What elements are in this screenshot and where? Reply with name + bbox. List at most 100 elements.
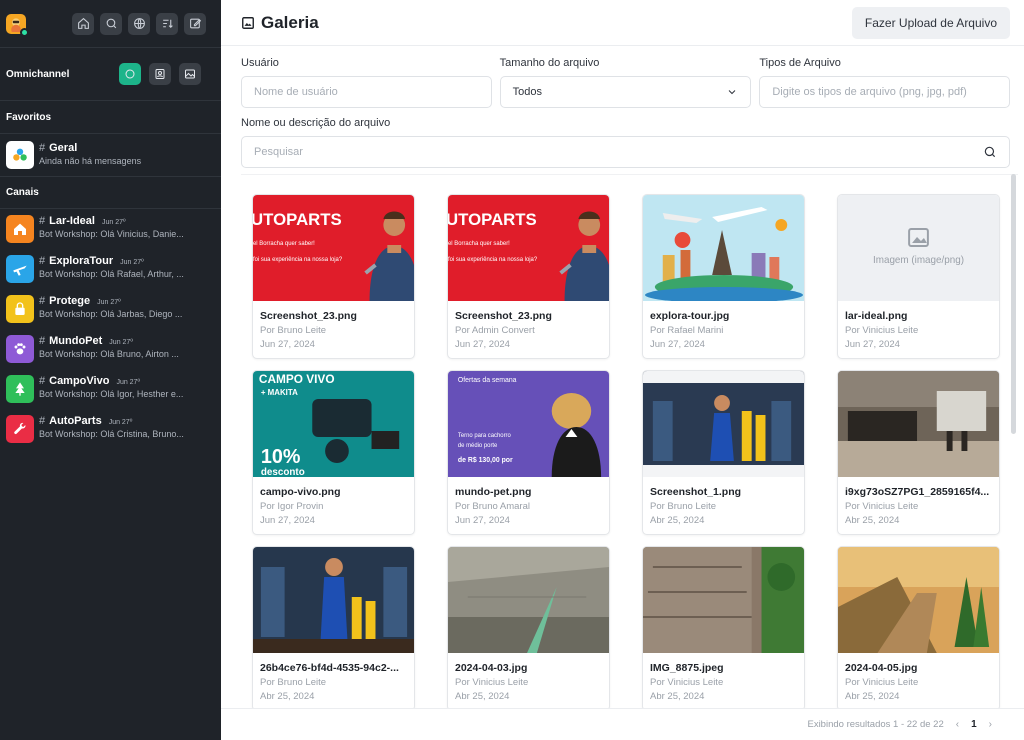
room-last-message: Bot Workshop: Olá Jarbas, Diego ... [39,309,183,319]
pencil-square-icon[interactable] [184,12,206,35]
gallery-card[interactable]: explora-tour.jpg Por Rafael Marini Jun 27,… [642,194,805,359]
home-icon[interactable] [72,12,94,35]
filters: Usuário Nome de usuário Tamanho do arqui… [241,57,1011,168]
types-filter-placeholder: Digite os tipos de arquivo (png, jpg, pd… [772,86,967,98]
sidebar-item-campovivo[interactable]: # CampoVivo Jun 27º Bot Workshop: Olá Igor,… [0,375,221,415]
card-thumbnail[interactable] [643,371,804,477]
gallery-card[interactable]: UTOPARTS el Borracha quer saber! foi sua e… [252,194,415,359]
gallery-card[interactable]: Ofertas da semana Terno para cachorro de m… [447,370,610,535]
gallery-scrollbar[interactable] [1011,174,1016,434]
types-filter-input[interactable]: Digite os tipos de arquivo (png, jpg, pd… [759,76,1011,108]
omnichannel-toolbar [119,63,215,85]
hash-icon: # [39,415,46,427]
gallery-card[interactable]: Screenshot_1.png Por Bruno Leite Abr 25, 2… [642,370,805,535]
page-title-text: Galeria [261,12,319,32]
sidebar-item-autoparts[interactable]: # AutoParts Jun 27º Bot Workshop: Olá Crist… [0,415,221,455]
room-last-message: Bot Workshop: Olá Bruno, Airton ... [39,349,179,359]
card-thumbnail[interactable] [643,547,804,653]
card-thumbnail[interactable]: Imagem (image/png) [838,195,999,301]
gallery-card[interactable]: CAMPO VIVO + MAKITA 10% desconto campo-vivo.… [252,370,415,535]
room-date: Jun 27º [109,339,133,346]
card-uploader: Por Bruno Amaral [455,501,530,512]
card-thumbnail[interactable] [838,547,999,653]
gallery-main: Galeria Fazer Upload de Arquivo Usuário … [221,0,1024,740]
gallery-card[interactable]: i9xg73oSZ7PG1_2859165f4... Por Vinicius L… [837,370,1000,535]
placeholder-text: Imagem (image/png) [873,255,964,266]
omnichannel-label: Omnichannel [6,68,70,80]
room-name: ExploraTour [49,255,114,267]
sidebar-item-exploratour[interactable]: # ExploraTour Jun 27º Bot Workshop: Olá Raf… [0,255,221,295]
thumb-line: Terno para cachorro [458,433,512,439]
user-avatar[interactable] [6,13,29,37]
search-icon[interactable] [100,12,122,35]
card-thumbnail[interactable] [643,195,804,301]
lar-ideal-icon [6,215,34,243]
card-thumbnail[interactable] [448,547,609,653]
sidebar-item-lar-ideal[interactable]: # Lar-Ideal Jun 27º Bot Workshop: Olá Vinic… [0,215,221,255]
sidebar-item-geral[interactable]: # Geral Ainda não há mensagens [0,134,221,177]
card-file-name: Screenshot_23.png [455,310,552,322]
room-last-message: Bot Workshop: Olá Igor, Hesther e... [39,389,184,399]
card-date: Jun 27, 2024 [650,339,705,350]
card-thumbnail[interactable] [253,547,414,653]
card-file-name: lar-ideal.png [845,310,908,322]
room-name: CampoVivo [49,375,110,387]
card-thumbnail[interactable]: Ofertas da semana Terno para cachorro de m… [448,371,609,477]
contact-center-icon[interactable] [149,63,171,85]
card-thumbnail[interactable]: UTOPARTS el Borracha quer saber! foi sua e… [253,195,414,301]
room-date: Jun 27º [120,259,144,266]
name-filter-label: Nome ou descrição do arquivo [241,117,391,129]
channels-title: Canais [0,177,221,209]
page-1-button[interactable]: 1 [971,719,977,730]
search-input[interactable]: Pesquisar [241,136,1010,168]
thumb-line: desconto [261,467,305,477]
sort-icon[interactable] [156,12,178,35]
size-filter-value: Todos [512,86,543,98]
card-file-name: 2024-04-05.jpg [845,662,918,674]
card-file-name: campo-vivo.png [260,486,341,498]
thumb-line: + MAKITA [261,388,298,397]
gallery-icon[interactable] [179,63,201,85]
gallery-card[interactable]: 2024-04-03.jpg Por Vinicius Leite Abr 25, … [447,546,610,708]
gallery-card[interactable]: UTOPARTS el Borracha quer saber! foi sua e… [447,194,610,359]
omnichannel-status-icon[interactable] [119,63,141,85]
room-name: Lar-Ideal [49,215,95,227]
user-filter-input[interactable]: Nome de usuário [241,76,492,108]
globe-icon[interactable] [128,12,150,35]
prev-page-button[interactable]: ‹ [956,719,959,730]
page-title: Galeria [241,13,319,33]
card-thumbnail[interactable]: UTOPARTS el Borracha quer saber! foi sua e… [448,195,609,301]
card-date: Jun 27, 2024 [455,339,510,350]
upload-file-button[interactable]: Fazer Upload de Arquivo [851,6,1010,39]
card-date: Abr 25, 2024 [650,691,705,702]
search-icon[interactable] [983,145,997,159]
page-header: Galeria Fazer Upload de Arquivo [221,0,1024,46]
size-filter-select[interactable]: Todos [499,76,752,108]
gallery-card[interactable]: IMG_8875.jpeg Por Vinicius Leite Abr 25, 2… [642,546,805,708]
room-last-message: Bot Workshop: Olá Vinicius, Danie... [39,229,184,239]
gallery-card[interactable]: 2024-04-05.jpg Por Vinicius Leite Abr 25, … [837,546,1000,708]
room-name: AutoParts [49,415,102,427]
next-page-button[interactable]: › [989,719,992,730]
sidebar-topbar [0,0,221,48]
sidebar-item-mundopet[interactable]: # MundoPet Jun 27º Bot Workshop: Olá Bruno,… [0,335,221,375]
protege-icon [6,295,34,323]
sidebar-item-protege[interactable]: # Protege Jun 27º Bot Workshop: Olá Jarbas,… [0,295,221,335]
card-thumbnail[interactable] [838,371,999,477]
gallery-card[interactable]: 26b4ce76-bf4d-4535-94c2-... Por Bruno Lei… [252,546,415,708]
favorites-title: Favoritos [0,101,221,134]
card-uploader: Por Admin Convert [455,325,535,336]
sidebar: Omnichannel Favoritos # Geral Ainda não … [0,0,221,740]
gallery-card[interactable]: Imagem (image/png) lar-ideal.png Por Vinic… [837,194,1000,359]
card-file-name: 2024-04-03.jpg [455,662,528,674]
image-icon [242,16,254,29]
card-file-name: Screenshot_1.png [650,486,742,498]
thumb-line: de R$ 130,00 por [458,457,513,464]
card-date: Abr 25, 2024 [260,691,315,702]
card-file-name: i9xg73oSZ7PG1_2859165f4... [845,486,990,498]
room-date: Jun 27º [116,379,141,386]
hash-icon: # [39,142,46,154]
card-thumbnail[interactable]: CAMPO VIVO + MAKITA 10% desconto [253,371,414,477]
thumb-title: UTOPARTS [448,210,537,229]
exploratour-icon [6,255,34,283]
